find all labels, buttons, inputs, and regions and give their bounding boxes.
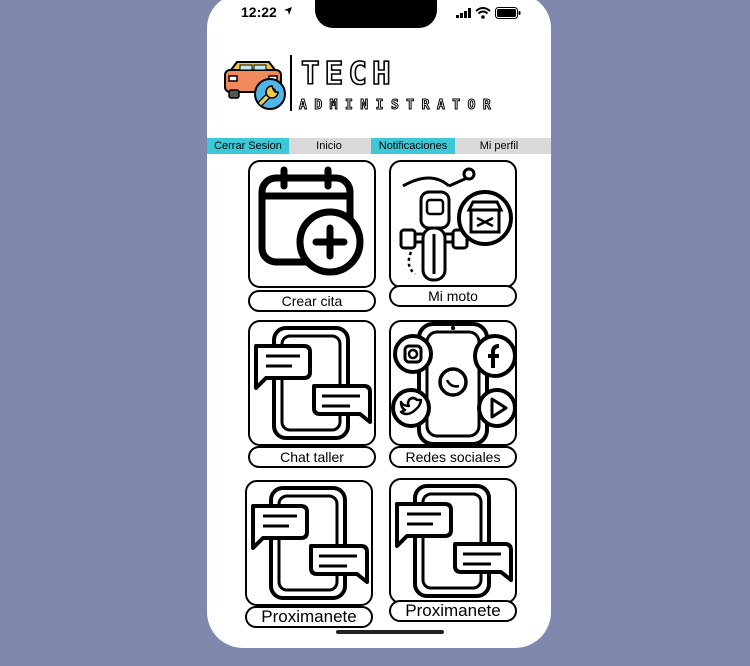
status-time: 12:22	[241, 4, 277, 20]
nav-inicio[interactable]: Inicio	[303, 138, 355, 154]
crear-cita-tile[interactable]	[248, 160, 376, 288]
signal-icon	[456, 8, 471, 18]
brand-title: TECH	[300, 55, 396, 93]
home-indicator[interactable]	[336, 630, 444, 634]
phone-chat-icon	[395, 484, 513, 598]
brand-subtitle: ADMINISTRATOR	[298, 98, 499, 114]
proximanete-tile-1[interactable]	[245, 480, 373, 606]
crear-cita-label[interactable]: Crear cita	[248, 290, 376, 312]
location-arrow-icon	[284, 7, 292, 15]
wifi-icon	[475, 7, 491, 19]
proximanete-label-1[interactable]: Proximanete	[245, 606, 373, 628]
nav-cerrar-sesion[interactable]: Cerrar Sesion	[207, 138, 289, 154]
phone-chat-icon	[251, 486, 369, 600]
motorcycle-shop-icon	[399, 167, 513, 282]
redes-sociales-label[interactable]: Redes sociales	[389, 446, 517, 468]
logo-divider	[290, 55, 292, 111]
chat-taller-tile[interactable]	[248, 320, 376, 446]
calendar-add-icon	[258, 166, 364, 276]
chat-taller-label[interactable]: Chat taller	[248, 446, 376, 468]
battery-icon	[495, 7, 521, 19]
redes-sociales-tile[interactable]	[389, 320, 517, 446]
top-nav: Cerrar Sesion Inicio Notificaciones Mi p…	[207, 138, 551, 154]
nav-mi-perfil[interactable]: Mi perfil	[473, 138, 525, 154]
proximanete-tile-2[interactable]	[389, 478, 517, 604]
mi-moto-label[interactable]: Mi moto	[389, 285, 517, 307]
phone-chat-icon	[254, 326, 372, 440]
mi-moto-tile[interactable]	[389, 160, 517, 288]
proximanete-label-2[interactable]: Proximanete	[389, 600, 517, 622]
social-media-phone-icon	[391, 322, 515, 444]
phone-screen: 12:22 TECH ADMINISTRATOR Cerrar Sesion I…	[207, 0, 551, 648]
status-bar: 12:22	[207, 0, 551, 28]
car-wrench-logo-icon	[224, 61, 286, 110]
notch	[315, 0, 437, 28]
nav-notificaciones[interactable]: Notificaciones	[371, 138, 455, 154]
